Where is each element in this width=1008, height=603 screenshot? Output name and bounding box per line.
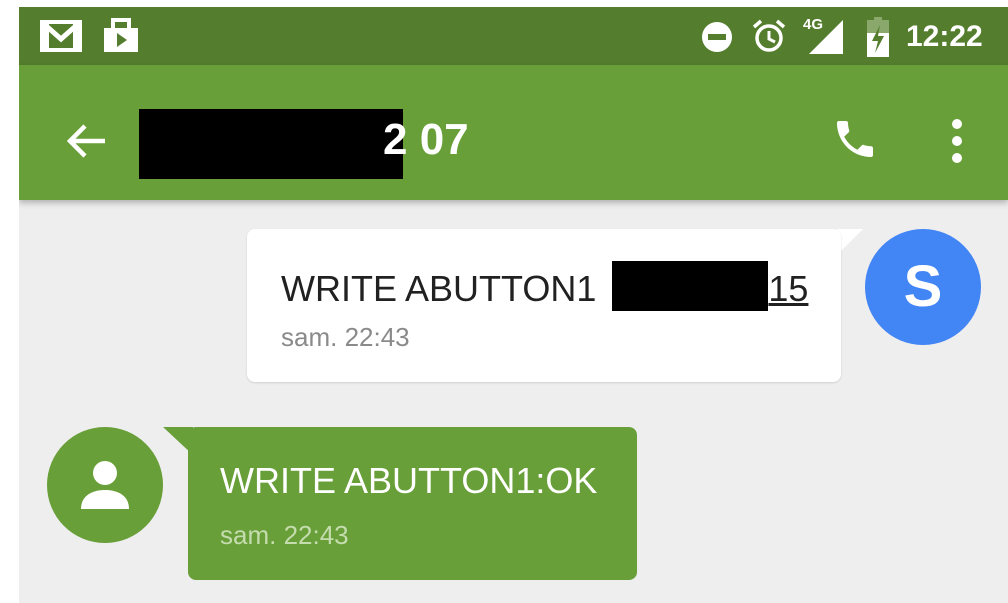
- message-text-prefix: WRITE ABUTTON1: [281, 268, 597, 309]
- status-bar: 4G 12:22: [19, 7, 1008, 65]
- outgoing-message-bubble[interactable]: WRITE ABUTTON1 15 sam. 22:43: [247, 229, 841, 382]
- do-not-disturb-icon: [701, 21, 733, 53]
- outgoing-message-time: sam. 22:43: [281, 322, 410, 352]
- incoming-message-bubble[interactable]: WRITE ABUTTON1:OK sam. 22:43: [188, 427, 637, 580]
- contact-avatar[interactable]: [47, 427, 163, 543]
- outgoing-message-text: WRITE ABUTTON1 15: [281, 261, 808, 311]
- battery-charging-icon: [867, 17, 889, 57]
- gmail-icon: [40, 20, 82, 52]
- back-arrow-icon[interactable]: [65, 119, 109, 163]
- title-suffix: 2 07: [383, 115, 469, 164]
- shopping-bag-icon: [102, 18, 140, 54]
- person-icon: [77, 457, 133, 513]
- message-text-suffix: 15: [768, 268, 809, 309]
- outgoing-bubble-tail: [837, 229, 863, 255]
- conversation-title: 2 07: [139, 109, 469, 179]
- incoming-message-text: WRITE ABUTTON1:OK: [220, 460, 598, 501]
- sender-avatar[interactable]: S: [865, 229, 981, 345]
- signal-4g-icon: [809, 20, 845, 54]
- avatar-letter: S: [903, 254, 943, 319]
- app-bar: 2 07: [19, 65, 1008, 200]
- alarm-icon: [751, 18, 787, 54]
- screen: 4G 12:22 2 07 WRITE ABUTTON1 15 sam. 22:…: [19, 7, 1008, 603]
- phone-icon[interactable]: [831, 115, 879, 163]
- redaction-block: [139, 109, 403, 179]
- incoming-message-time: sam. 22:43: [220, 520, 349, 550]
- redaction-block: [612, 261, 769, 311]
- more-vert-icon[interactable]: [947, 118, 967, 164]
- status-time: 12:22: [906, 20, 983, 53]
